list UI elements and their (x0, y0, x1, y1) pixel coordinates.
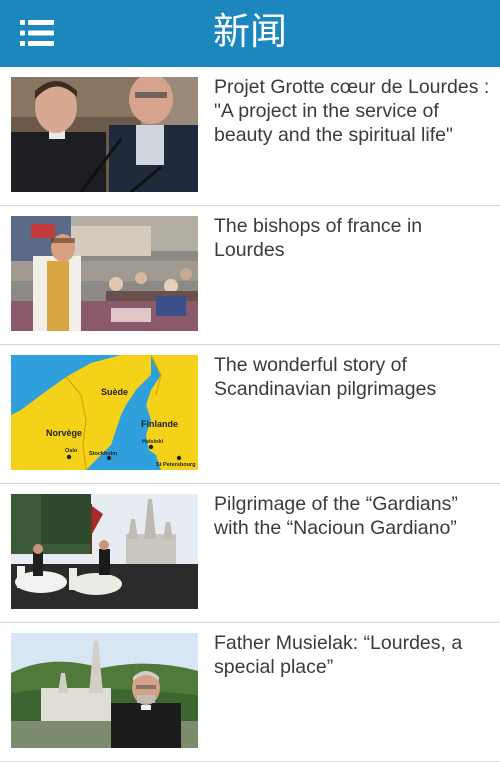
news-item-title: Projet Grotte cœur de Lourdes : "A proje… (214, 76, 490, 146)
map-label-oslo: Oslo (65, 448, 78, 454)
page-title: 新闻 (213, 10, 287, 53)
map-label-st-petersburg: St Petersbourg (156, 462, 195, 468)
news-item-title: The wonderful story of Scandinavian pilg… (214, 354, 437, 400)
app-bar: 新闻 (0, 0, 500, 67)
news-item-father-musielak[interactable]: Father Musielak: “Lourdes, a special pla… (0, 623, 500, 762)
map-label-norway: Norvège (46, 428, 82, 438)
map-label-sweden: Suède (101, 387, 128, 397)
news-item-bishops[interactable]: The bishops of france in Lourdes (0, 206, 500, 345)
news-thumbnail-priest (11, 633, 198, 748)
news-thumbnail-horse-riders (11, 494, 198, 609)
news-item-scandinavian-pilgrimages[interactable]: Suède Norvège Finlande Oslo Stockholm He… (0, 345, 500, 484)
news-item-title: Father Musielak: “Lourdes, a special pla… (214, 632, 463, 678)
map-label-stockholm: Stockholm (89, 451, 117, 457)
map-label-finland: Finlande (141, 419, 178, 429)
news-thumbnail-bishop-blessing (11, 216, 198, 331)
news-item-gardians-pilgrimage[interactable]: Pilgrimage of the “Gardians” with the “N… (0, 484, 500, 623)
news-item-grotte-project[interactable]: Projet Grotte cœur de Lourdes : "A proje… (0, 67, 500, 206)
news-thumbnail-clergymen (11, 77, 198, 192)
map-label-helsinki: Helsinki (142, 439, 164, 445)
news-item-title: The bishops of france in Lourdes (214, 215, 423, 261)
news-thumbnail-scandinavia-map: Suède Norvège Finlande Oslo Stockholm He… (11, 355, 198, 470)
news-item-title: Pilgrimage of the “Gardians” with the “N… (214, 493, 458, 539)
